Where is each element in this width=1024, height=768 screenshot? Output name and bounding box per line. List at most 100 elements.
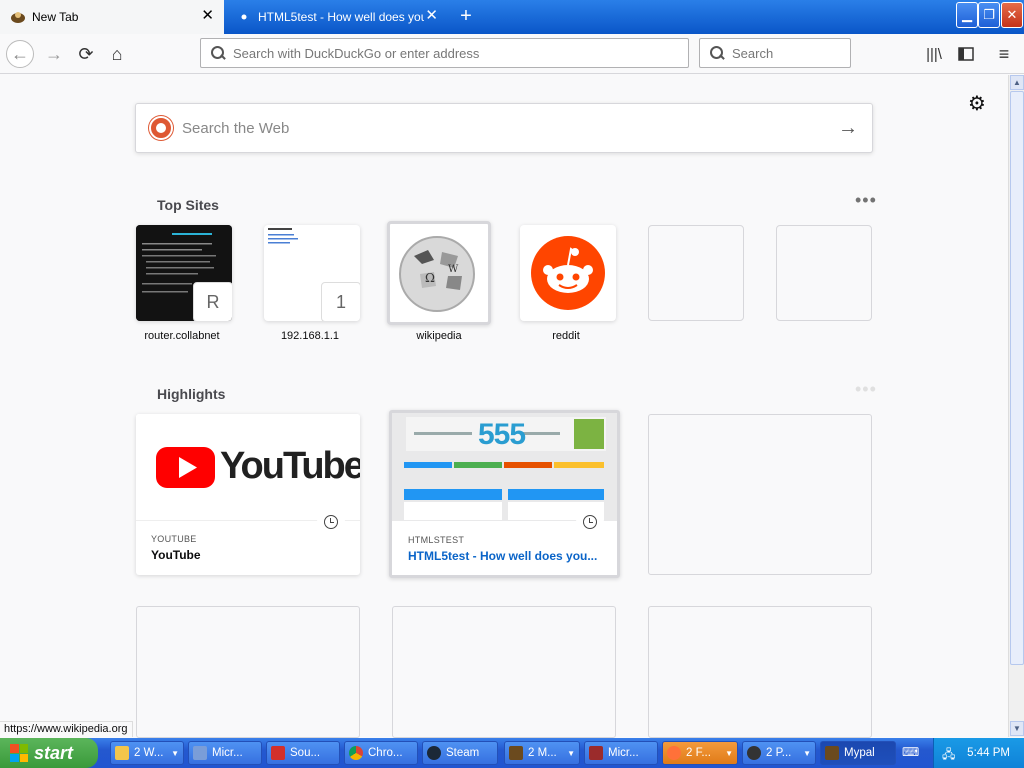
sidebar-icon[interactable] xyxy=(952,40,980,68)
taskbar-item-steam[interactable]: Steam xyxy=(422,741,498,765)
taskbar-label: 2 W... xyxy=(134,747,164,759)
folder-icon xyxy=(115,746,129,760)
loading-dot-icon xyxy=(236,9,252,25)
restore-button[interactable]: ❐ xyxy=(978,2,1000,28)
taskbar: start 2 W... ▼ Micr... Sou... Chro... Ste… xyxy=(0,738,1024,768)
search-bar[interactable]: Search xyxy=(699,38,851,68)
menu-icon[interactable]: ≡ xyxy=(990,40,1018,68)
start-label: start xyxy=(34,742,74,763)
mypal-icon xyxy=(10,9,26,25)
taskbar-item-firefox[interactable]: 2 F... ▼ xyxy=(662,741,738,765)
clock-icon xyxy=(576,508,604,536)
taskbar-label: Micr... xyxy=(608,747,639,759)
highlight-source: YOUTUBE xyxy=(151,534,197,544)
url-bar[interactable]: Search with DuckDuckGo or enter address xyxy=(200,38,689,68)
svg-text:W: W xyxy=(448,264,459,275)
scroll-thumb[interactable] xyxy=(1010,91,1024,665)
clock-icon xyxy=(317,508,345,536)
search-placeholder: Search xyxy=(732,45,774,61)
highlight-source: HTMLSTEST xyxy=(408,535,465,545)
scroll-up-icon[interactable]: ▲ xyxy=(1010,75,1024,90)
title-bar: New Tab ✕ HTML5test - How well does your… xyxy=(0,0,1024,34)
network-icon[interactable]: 🖧 xyxy=(942,745,958,761)
router-letter-badge: R xyxy=(193,282,232,321)
top-sites-heading: Top Sites xyxy=(157,197,219,213)
scrollbar[interactable]: ▲ ▼ xyxy=(1008,75,1024,737)
close-window-button[interactable]: ✕ xyxy=(1001,2,1023,28)
taskbar-item-explorer[interactable]: 2 W... ▼ xyxy=(110,741,184,765)
tab-label: New Tab xyxy=(32,10,79,24)
top-site-wikipedia[interactable]: Ω W xyxy=(387,221,491,325)
arrow-right-icon[interactable]: → xyxy=(838,117,858,140)
close-tab-icon[interactable]: ✕ xyxy=(201,8,214,24)
highlight-card-html5test[interactable]: 555 HTMLSTEST HTML5test - How well does … xyxy=(389,410,620,578)
taskbar-item-micr-2[interactable]: Micr... xyxy=(584,741,658,765)
new-tab-button[interactable]: + xyxy=(456,6,476,26)
highlight-card-empty[interactable] xyxy=(648,414,872,575)
taskbar-item-m[interactable]: 2 M... ▼ xyxy=(504,741,580,765)
highlight-title: YouTube xyxy=(151,548,201,562)
taskbar-label: Steam xyxy=(446,747,480,759)
top-site-192-168-1-1[interactable]: 1 xyxy=(264,225,360,321)
sound-icon xyxy=(271,746,285,760)
mypal-icon xyxy=(825,746,839,760)
taskbar-item-sou[interactable]: Sou... xyxy=(266,741,340,765)
top-site-label: router.collabnet xyxy=(144,330,220,342)
home-button[interactable]: ⌂ xyxy=(103,40,131,68)
back-button[interactable]: ← xyxy=(6,40,34,68)
navigation-toolbar: ← → ⟳ ⌂ Search with DuckDuckGo or enter … xyxy=(0,34,1024,74)
windows-flag-icon xyxy=(10,744,28,762)
youtube-logo-text: YouTube xyxy=(220,445,360,487)
taskbar-label: Chro... xyxy=(368,747,403,759)
reddit-icon xyxy=(531,236,605,310)
site-letter-badge: 1 xyxy=(321,282,360,321)
tab-html5test[interactable]: HTML5test - How well does your b ✕ xyxy=(226,0,448,34)
top-site-router[interactable]: R xyxy=(136,225,232,321)
app-icon xyxy=(747,746,761,760)
router-page-thumbnail xyxy=(268,228,298,244)
highlight-card-empty[interactable] xyxy=(392,606,616,738)
settings-gear-icon[interactable]: ⚙ xyxy=(966,93,988,115)
taskbar-item-micr[interactable]: Micr... xyxy=(188,741,262,765)
more-options-icon[interactable]: ••• xyxy=(855,379,877,400)
top-site-reddit[interactable] xyxy=(520,225,616,321)
top-site-label: wikipedia xyxy=(416,330,462,342)
youtube-thumbnail: YouTube xyxy=(136,414,360,521)
more-options-icon[interactable]: ••• xyxy=(855,190,877,211)
close-tab-icon[interactable]: ✕ xyxy=(425,8,438,24)
forward-button[interactable]: → xyxy=(40,40,68,68)
highlight-card-youtube[interactable]: YouTube YOUTUBE YouTube xyxy=(136,414,360,575)
taskbar-item-mypal[interactable]: Mypal xyxy=(820,741,896,765)
taskbar-label: 2 P... xyxy=(766,747,792,759)
library-icon[interactable]: |||\ xyxy=(920,40,948,68)
top-site-empty[interactable] xyxy=(776,225,872,321)
url-placeholder: Search with DuckDuckGo or enter address xyxy=(233,45,480,61)
top-site-label: 192.168.1.1 xyxy=(280,330,340,342)
keyboard-icon[interactable]: ⌨ xyxy=(902,745,920,761)
firefox-icon xyxy=(667,746,681,760)
steam-icon xyxy=(427,746,441,760)
taskbar-label: Sou... xyxy=(290,747,321,759)
highlight-card-empty[interactable] xyxy=(648,606,872,738)
taskbar-label: 2 M... xyxy=(528,747,557,759)
web-search-placeholder: Search the Web xyxy=(182,119,290,137)
start-button[interactable]: start xyxy=(0,738,98,768)
scroll-down-icon[interactable]: ▼ xyxy=(1010,721,1024,736)
taskbar-item-p[interactable]: 2 P... ▼ xyxy=(742,741,816,765)
search-icon xyxy=(710,46,724,60)
app-icon xyxy=(193,746,207,760)
taskbar-item-chrome[interactable]: Chro... xyxy=(344,741,418,765)
reload-button[interactable]: ⟳ xyxy=(72,40,100,68)
search-icon xyxy=(211,46,225,60)
highlight-card-empty[interactable] xyxy=(136,606,360,738)
top-site-empty[interactable] xyxy=(648,225,744,321)
web-search-box[interactable]: Search the Web → xyxy=(135,103,873,153)
clock-text[interactable]: 5:44 PM xyxy=(967,747,1010,759)
tab-new-tab[interactable]: New Tab ✕ xyxy=(0,0,224,34)
highlights-heading: Highlights xyxy=(157,386,226,402)
tab-label: HTML5test - How well does your b xyxy=(258,10,424,24)
html5test-thumbnail: 555 xyxy=(392,413,617,521)
minimize-button[interactable]: ▁ xyxy=(956,2,978,28)
highlight-title: HTML5test - How well does you... xyxy=(408,549,598,563)
app-icon xyxy=(589,746,603,760)
